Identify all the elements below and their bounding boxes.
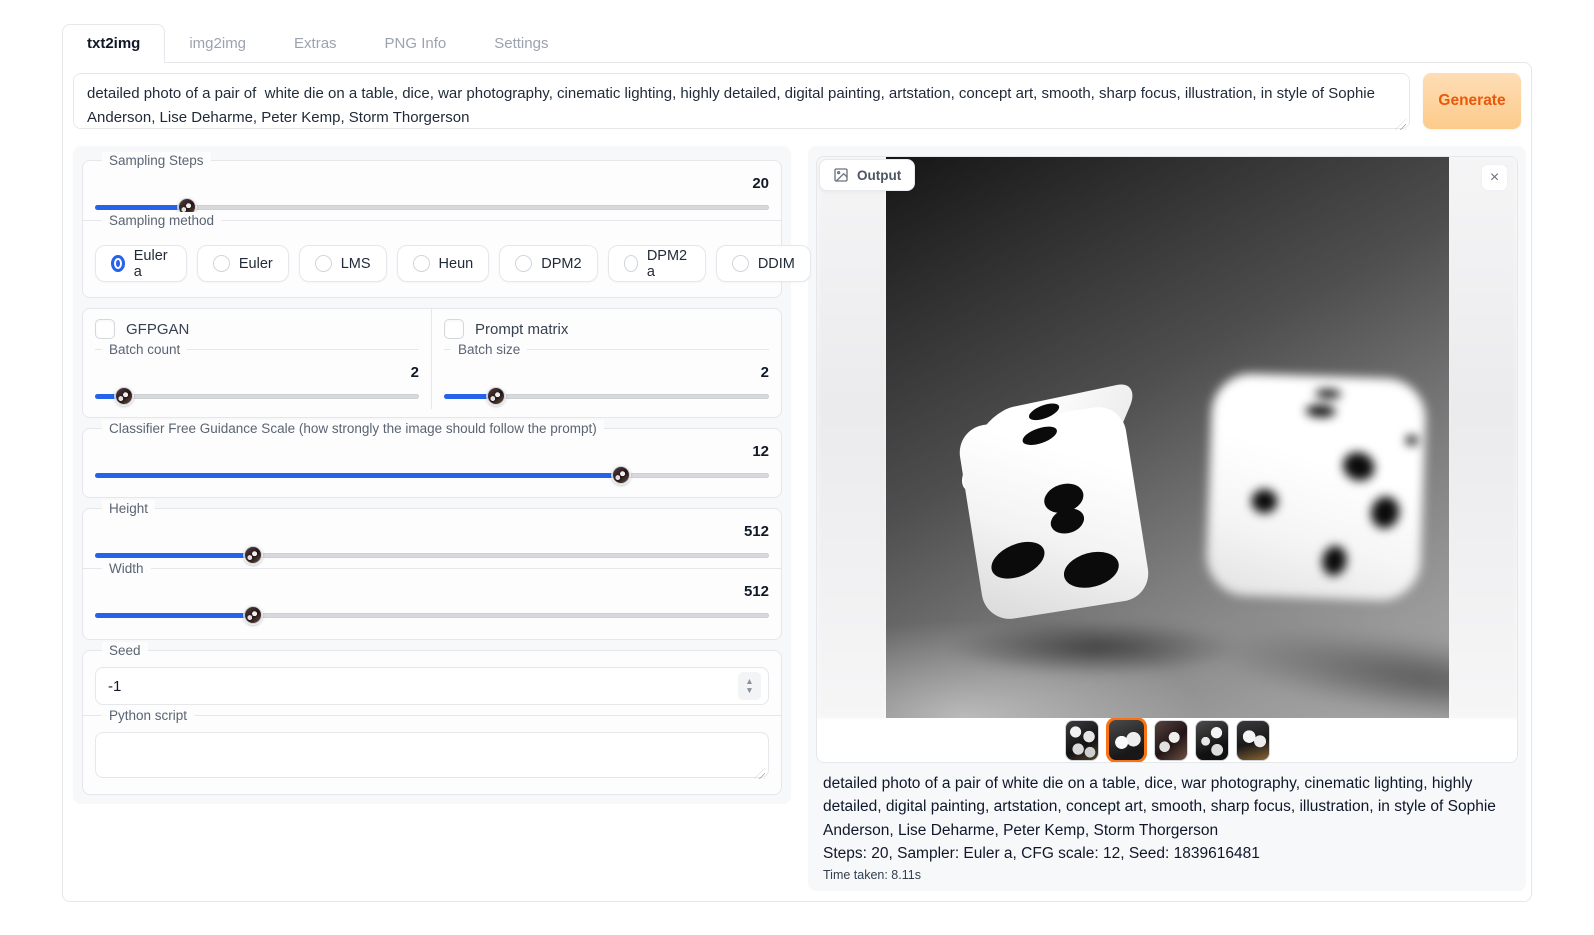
txt2img-panel: detailed photo of a pair of white die on…: [62, 62, 1532, 902]
dimensions-panel: Height 512 Width 512: [82, 508, 782, 640]
prompt-input[interactable]: detailed photo of a pair of white die on…: [73, 73, 1410, 129]
tab-bar: txt2imgimg2imgExtrasPNG InfoSettings: [62, 24, 1532, 62]
caption-time: Time taken: 8.11s: [823, 868, 1511, 882]
batch-size-label: Batch size: [451, 341, 527, 358]
image-stage: [817, 157, 1517, 718]
slider-thumb[interactable]: [115, 387, 133, 405]
sampling-panel: Sampling Steps 20 Sampling method Euler …: [82, 160, 782, 298]
stepper-down-icon[interactable]: ▼: [745, 686, 753, 695]
batch-count-slider[interactable]: [95, 387, 419, 405]
output-header-label: Output: [857, 168, 901, 183]
generated-image: [886, 157, 1449, 718]
thumbnail-dice-table-result-3[interactable]: [1154, 720, 1188, 761]
batch-size-value: 2: [444, 364, 769, 381]
radio-icon[interactable]: [732, 255, 749, 272]
tab-txt2img[interactable]: txt2img: [62, 24, 165, 63]
radio-icon[interactable]: [213, 255, 230, 272]
tab-png-info[interactable]: PNG Info: [361, 24, 471, 62]
radio-icon[interactable]: [315, 255, 332, 272]
radio-label: Heun: [439, 256, 474, 272]
generate-button[interactable]: Generate: [1423, 73, 1521, 129]
seed-input[interactable]: [108, 678, 738, 695]
batch-size-slider[interactable]: [444, 387, 769, 405]
prompt-matrix-label: Prompt matrix: [475, 321, 568, 338]
width-slider[interactable]: [95, 606, 769, 624]
cfg-scale-label: Classifier Free Guidance Scale (how stro…: [102, 420, 604, 437]
radio-label: Euler: [239, 256, 273, 272]
cfg-panel: Classifier Free Guidance Scale (how stro…: [82, 428, 782, 498]
width-value: 512: [95, 583, 769, 600]
radio-icon[interactable]: [515, 255, 532, 272]
number-stepper[interactable]: ▲▼: [738, 672, 761, 700]
sampling-method-option-ddim[interactable]: DDIM: [716, 245, 811, 282]
sampling-method-option-dpm2-a[interactable]: DPM2 a: [608, 245, 706, 282]
sampling-method-label: Sampling method: [102, 212, 221, 229]
prompt-row: detailed photo of a pair of white die on…: [73, 73, 1521, 134]
close-icon[interactable]: ×: [1481, 164, 1508, 191]
height-slider[interactable]: [95, 546, 769, 564]
seed-input-wrap: ▲▼: [95, 667, 769, 705]
prompt-matrix-checkbox[interactable]: [444, 319, 464, 339]
die-shadow: [947, 620, 1240, 676]
sampling-method-option-euler-a[interactable]: Euler a: [95, 245, 187, 282]
radio-label: DPM2: [541, 256, 581, 272]
radio-label: DDIM: [758, 256, 795, 272]
batch-count-value: 2: [95, 364, 419, 381]
sampling-method-option-heun[interactable]: Heun: [397, 245, 490, 282]
tab-settings[interactable]: Settings: [470, 24, 572, 62]
height-value: 512: [95, 523, 769, 540]
output-gallery: Output ×: [816, 156, 1518, 763]
python-script-input[interactable]: [95, 732, 769, 778]
sampling-method-option-euler[interactable]: Euler: [197, 245, 289, 282]
thumbnail-strip: [817, 718, 1517, 762]
height-label: Height: [102, 500, 155, 517]
sampling-steps-value: 20: [95, 175, 769, 192]
width-label: Width: [102, 560, 151, 577]
image-icon: [833, 167, 849, 183]
tab-extras[interactable]: Extras: [270, 24, 361, 62]
radio-label: LMS: [341, 256, 371, 272]
slider-thumb[interactable]: [244, 606, 262, 624]
die-left: [956, 403, 1153, 623]
slider-thumb[interactable]: [487, 387, 505, 405]
output-column: Output ×: [808, 146, 1526, 891]
gfpgan-checkbox[interactable]: [95, 319, 115, 339]
generation-info: detailed photo of a pair of white die on…: [816, 763, 1518, 882]
sampling-method-option-lms[interactable]: LMS: [299, 245, 387, 282]
sampling-steps-label: Sampling Steps: [102, 152, 211, 169]
caption-params: Steps: 20, Sampler: Euler a, CFG scale: …: [823, 842, 1511, 865]
seed-label: Seed: [102, 642, 148, 659]
slider-thumb[interactable]: [244, 546, 262, 564]
python-script-label: Python script: [102, 707, 194, 724]
slider-thumb[interactable]: [612, 466, 630, 484]
seed-panel: Seed ▲▼ Python script: [82, 650, 782, 795]
sampling-method-options: Euler aEulerLMSHeunDPM2DPM2 aDDIMPLMS: [95, 239, 769, 286]
radio-icon[interactable]: [413, 255, 430, 272]
thumbnail-dice-rolling-result-5[interactable]: [1236, 720, 1270, 761]
batch-count-label: Batch count: [102, 341, 187, 358]
sampling-method-option-dpm2[interactable]: DPM2: [499, 245, 597, 282]
gfpgan-label: GFPGAN: [126, 321, 189, 338]
stable-diffusion-webui: txt2imgimg2imgExtrasPNG InfoSettings det…: [62, 24, 1532, 902]
output-header: Output: [819, 159, 915, 191]
batch-panel: GFPGAN Prompt matrix Batch count 2: [82, 308, 782, 418]
radio-icon[interactable]: [111, 255, 125, 272]
thumbnail-dice-grid-result-1[interactable]: [1065, 720, 1099, 761]
radio-label: Euler a: [134, 248, 171, 280]
cfg-scale-value: 12: [95, 443, 769, 460]
tab-img2img[interactable]: img2img: [165, 24, 270, 62]
settings-column: Sampling Steps 20 Sampling method Euler …: [73, 146, 791, 804]
radio-icon[interactable]: [624, 255, 638, 272]
thumbnail-dice-pair-result-2[interactable]: [1106, 717, 1147, 763]
caption-prompt: detailed photo of a pair of white die on…: [823, 772, 1511, 842]
die-shadow: [1203, 609, 1448, 718]
cfg-scale-slider[interactable]: [95, 466, 769, 484]
thumbnail-dice-scatter-result-4[interactable]: [1195, 720, 1229, 761]
radio-label: DPM2 a: [647, 248, 690, 280]
die-right: [1205, 372, 1427, 601]
